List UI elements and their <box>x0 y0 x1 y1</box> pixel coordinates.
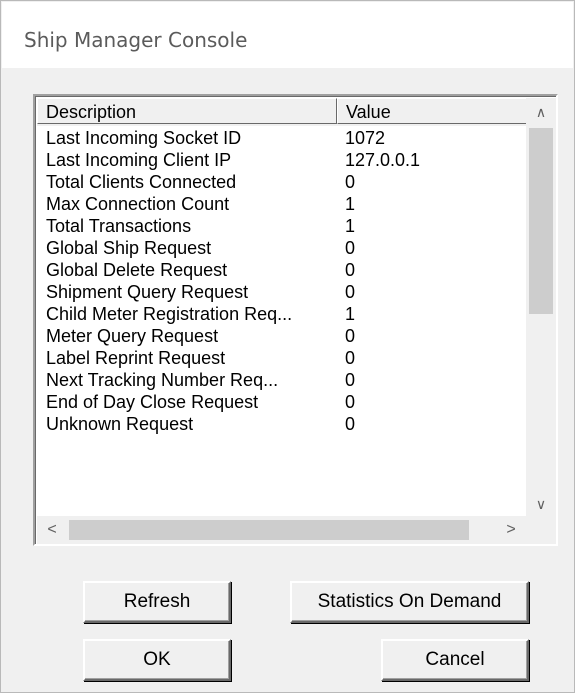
statistics-on-demand-button[interactable]: Statistics On Demand <box>290 581 529 623</box>
row-description: Last Incoming Client IP <box>46 150 232 170</box>
row-description: Next Tracking Number Req... <box>46 370 279 390</box>
row-value: 1072 <box>345 128 386 148</box>
column-header-description[interactable]: Description <box>37 98 337 124</box>
list-item[interactable]: End of Day Close Request 0 <box>37 391 525 413</box>
list-header: Description Value <box>37 98 529 126</box>
row-value: 1 <box>345 304 356 324</box>
list-item[interactable]: Shipment Query Request 0 <box>37 281 525 303</box>
row-description: End of Day Close Request <box>46 392 259 412</box>
row-value: 0 <box>345 326 356 346</box>
row-description: Unknown Request <box>46 414 194 434</box>
ship-manager-console-window: Ship Manager Console Description Value L… <box>0 0 575 693</box>
row-description: Global Delete Request <box>46 260 228 280</box>
row-description: Total Transactions <box>46 216 192 236</box>
row-value: 0 <box>345 238 356 258</box>
row-description: Meter Query Request <box>46 326 219 346</box>
row-description: Label Reprint Request <box>46 348 226 368</box>
row-value: 0 <box>345 172 356 192</box>
row-description: Shipment Query Request <box>46 282 249 302</box>
row-value: 0 <box>345 414 356 434</box>
row-description: Total Clients Connected <box>46 172 237 192</box>
list-item[interactable]: Meter Query Request 0 <box>37 325 525 347</box>
vertical-scrollbar[interactable]: ∧ ∨ <box>526 98 556 518</box>
horizontal-scrollbar[interactable]: < > <box>37 516 526 544</box>
list-item[interactable]: Total Transactions 1 <box>37 215 525 237</box>
row-description: Global Ship Request <box>46 238 212 258</box>
column-header-value[interactable]: Value <box>337 98 529 124</box>
row-description: Child Meter Registration Req... <box>46 304 293 324</box>
row-value: 0 <box>345 348 356 368</box>
row-value: 0 <box>345 392 356 412</box>
vertical-scroll-thumb[interactable] <box>529 128 553 314</box>
scroll-right-arrow-icon[interactable]: > <box>496 516 526 544</box>
list-item[interactable]: Total Clients Connected 0 <box>37 171 525 193</box>
scroll-left-arrow-icon[interactable]: < <box>37 516 67 544</box>
horizontal-scroll-thumb[interactable] <box>69 520 469 540</box>
statistics-list-view[interactable]: Description Value Last Incoming Socket I… <box>33 94 558 546</box>
scroll-up-arrow-icon[interactable]: ∧ <box>526 98 556 126</box>
row-value: 0 <box>345 260 356 280</box>
list-item[interactable]: Global Ship Request 0 <box>37 237 525 259</box>
list-item[interactable]: Next Tracking Number Req... 0 <box>37 369 525 391</box>
list-item[interactable]: Max Connection Count 1 <box>37 193 525 215</box>
window-title: Ship Manager Console <box>24 28 248 52</box>
row-value: 127.0.0.1 <box>345 150 421 170</box>
list-item[interactable]: Child Meter Registration Req... 1 <box>37 303 525 325</box>
row-value: 0 <box>345 282 356 302</box>
list-item[interactable]: Unknown Request 0 <box>37 413 525 435</box>
scroll-down-arrow-icon[interactable]: ∨ <box>526 490 556 518</box>
row-value: 1 <box>345 216 356 236</box>
cancel-button[interactable]: Cancel <box>381 639 529 681</box>
row-value: 0 <box>345 370 356 390</box>
title-bar: Ship Manager Console <box>2 2 573 68</box>
list-item[interactable]: Last Incoming Socket ID 1072 <box>37 127 525 149</box>
scrollbar-corner <box>526 516 556 544</box>
row-description: Last Incoming Socket ID <box>46 128 242 148</box>
list-item[interactable]: Last Incoming Client IP 127.0.0.1 <box>37 149 525 171</box>
ok-button[interactable]: OK <box>83 639 231 681</box>
list-rows: Last Incoming Socket ID 1072 Last Incoming… <box>37 127 525 435</box>
row-value: 1 <box>345 194 356 214</box>
list-item[interactable]: Global Delete Request 0 <box>37 259 525 281</box>
refresh-button[interactable]: Refresh <box>83 581 231 623</box>
row-description: Max Connection Count <box>46 194 230 214</box>
list-item[interactable]: Label Reprint Request 0 <box>37 347 525 369</box>
